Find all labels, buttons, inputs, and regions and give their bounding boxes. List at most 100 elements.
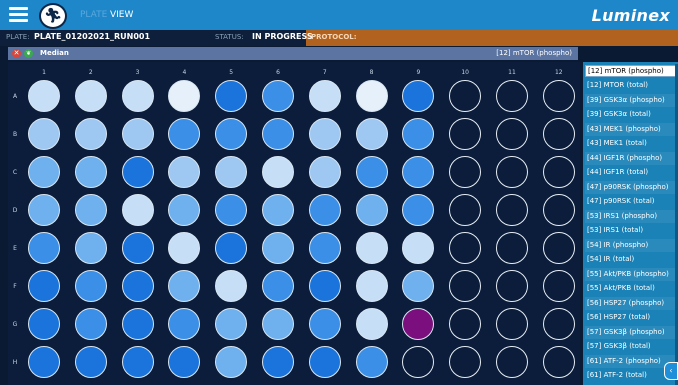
well-H6[interactable] bbox=[262, 346, 294, 378]
breadcrumb-plate[interactable]: PLATE bbox=[80, 10, 107, 20]
well-E6[interactable] bbox=[262, 232, 294, 264]
well-G8[interactable] bbox=[355, 308, 388, 340]
well-A10[interactable] bbox=[449, 80, 482, 112]
well-C8[interactable] bbox=[355, 156, 388, 188]
analyte-list-item[interactable]: [55] Akt/PKB (phospho) bbox=[585, 267, 678, 281]
well-H12[interactable] bbox=[542, 346, 575, 378]
well-B7[interactable] bbox=[308, 118, 341, 150]
analyte-list-item[interactable]: [56] HSP27 (phospho) bbox=[585, 296, 678, 310]
analyte-list-item[interactable]: [44] IGF1R (phospho) bbox=[585, 151, 678, 165]
well-G3[interactable] bbox=[121, 308, 154, 340]
well-A5[interactable] bbox=[215, 80, 248, 112]
breadcrumb-view[interactable]: VIEW bbox=[110, 10, 133, 20]
analyte-list-item[interactable]: [54] IR (total) bbox=[585, 253, 678, 266]
run-icon[interactable]: 🏃︎ bbox=[39, 3, 67, 29]
well-C6[interactable] bbox=[262, 156, 294, 188]
well-B8[interactable] bbox=[355, 118, 388, 150]
well-F4[interactable] bbox=[168, 270, 201, 302]
well-C3[interactable] bbox=[121, 156, 154, 188]
well-E1[interactable] bbox=[28, 232, 60, 264]
well-H8[interactable] bbox=[355, 346, 388, 378]
well-H11[interactable] bbox=[496, 346, 528, 378]
well-G11[interactable] bbox=[496, 308, 528, 340]
well-F9[interactable] bbox=[402, 270, 435, 302]
analyte-list-item[interactable]: [56] HSP27 (total) bbox=[585, 311, 678, 324]
well-A2[interactable] bbox=[74, 80, 107, 112]
well-G9[interactable] bbox=[402, 308, 435, 340]
well-A1[interactable] bbox=[28, 80, 60, 112]
well-E8[interactable] bbox=[355, 232, 388, 264]
well-E4[interactable] bbox=[168, 232, 201, 264]
well-E7[interactable] bbox=[308, 232, 341, 264]
well-G4[interactable] bbox=[168, 308, 201, 340]
analyte-list-item[interactable]: [12] MTOR (total) bbox=[585, 79, 678, 92]
well-H5[interactable] bbox=[215, 346, 248, 378]
analyte-list-item[interactable]: [53] IRS1 (phospho) bbox=[585, 209, 678, 223]
close-icon[interactable]: ✕ bbox=[12, 49, 21, 58]
well-E9[interactable] bbox=[402, 232, 435, 264]
well-G6[interactable] bbox=[262, 308, 294, 340]
well-G2[interactable] bbox=[74, 308, 107, 340]
well-E3[interactable] bbox=[121, 232, 154, 264]
well-D9[interactable] bbox=[402, 194, 435, 226]
analyte-list-item[interactable]: [47] p90RSK (total) bbox=[585, 195, 678, 208]
analyte-list-item[interactable]: [47] p90RSK (phospho) bbox=[585, 180, 678, 194]
well-C1[interactable] bbox=[28, 156, 60, 188]
well-D3[interactable] bbox=[121, 194, 154, 226]
well-A12[interactable] bbox=[542, 80, 575, 112]
well-C9[interactable] bbox=[402, 156, 435, 188]
well-C5[interactable] bbox=[215, 156, 248, 188]
well-A7[interactable] bbox=[308, 80, 341, 112]
well-F8[interactable] bbox=[355, 270, 388, 302]
leaf-icon[interactable]: ❦ bbox=[24, 49, 33, 58]
well-F6[interactable] bbox=[262, 270, 294, 302]
analyte-list-item[interactable]: [39] GSK3α (phospho) bbox=[585, 93, 678, 107]
well-G7[interactable] bbox=[308, 308, 341, 340]
well-B3[interactable] bbox=[121, 118, 154, 150]
well-D5[interactable] bbox=[215, 194, 248, 226]
well-B1[interactable] bbox=[28, 118, 60, 150]
well-C10[interactable] bbox=[449, 156, 482, 188]
well-A9[interactable] bbox=[402, 80, 435, 112]
well-C7[interactable] bbox=[308, 156, 341, 188]
well-G10[interactable] bbox=[449, 308, 482, 340]
well-E12[interactable] bbox=[542, 232, 575, 264]
well-H4[interactable] bbox=[168, 346, 201, 378]
analyte-list-item[interactable]: [55] Akt/PKB (total) bbox=[585, 282, 678, 295]
well-B10[interactable] bbox=[449, 118, 482, 150]
well-F3[interactable] bbox=[121, 270, 154, 302]
analyte-list-item[interactable]: [43] MEK1 (phospho) bbox=[585, 122, 678, 136]
well-H2[interactable] bbox=[74, 346, 107, 378]
well-A3[interactable] bbox=[121, 80, 154, 112]
well-F12[interactable] bbox=[542, 270, 575, 302]
well-A6[interactable] bbox=[262, 80, 294, 112]
well-D6[interactable] bbox=[262, 194, 294, 226]
well-D11[interactable] bbox=[496, 194, 528, 226]
well-F1[interactable] bbox=[28, 270, 60, 302]
well-E5[interactable] bbox=[215, 232, 248, 264]
well-C4[interactable] bbox=[168, 156, 201, 188]
well-C11[interactable] bbox=[496, 156, 528, 188]
well-D2[interactable] bbox=[74, 194, 107, 226]
well-D4[interactable] bbox=[168, 194, 201, 226]
well-E10[interactable] bbox=[449, 232, 482, 264]
well-H3[interactable] bbox=[121, 346, 154, 378]
well-B6[interactable] bbox=[262, 118, 294, 150]
well-C2[interactable] bbox=[74, 156, 107, 188]
well-A4[interactable] bbox=[168, 80, 201, 112]
well-B2[interactable] bbox=[74, 118, 107, 150]
analyte-list-item[interactable]: [44] IGF1R (total) bbox=[585, 166, 678, 179]
analyte-list-item[interactable]: [54] IR (phospho) bbox=[585, 238, 678, 252]
well-G5[interactable] bbox=[215, 308, 248, 340]
analyte-select[interactable]: [12] mTOR (phospho) bbox=[585, 65, 677, 77]
well-D8[interactable] bbox=[355, 194, 388, 226]
well-A11[interactable] bbox=[496, 80, 528, 112]
well-H7[interactable] bbox=[308, 346, 341, 378]
analyte-list-item[interactable]: [53] IRS1 (total) bbox=[585, 224, 678, 237]
well-H1[interactable] bbox=[28, 346, 60, 378]
well-F5[interactable] bbox=[215, 270, 248, 302]
chevron-left-icon[interactable]: ‹ bbox=[664, 362, 678, 380]
well-B4[interactable] bbox=[168, 118, 201, 150]
analyte-list-item[interactable]: [57] GSK3β (phospho) bbox=[585, 325, 678, 339]
well-F10[interactable] bbox=[449, 270, 482, 302]
